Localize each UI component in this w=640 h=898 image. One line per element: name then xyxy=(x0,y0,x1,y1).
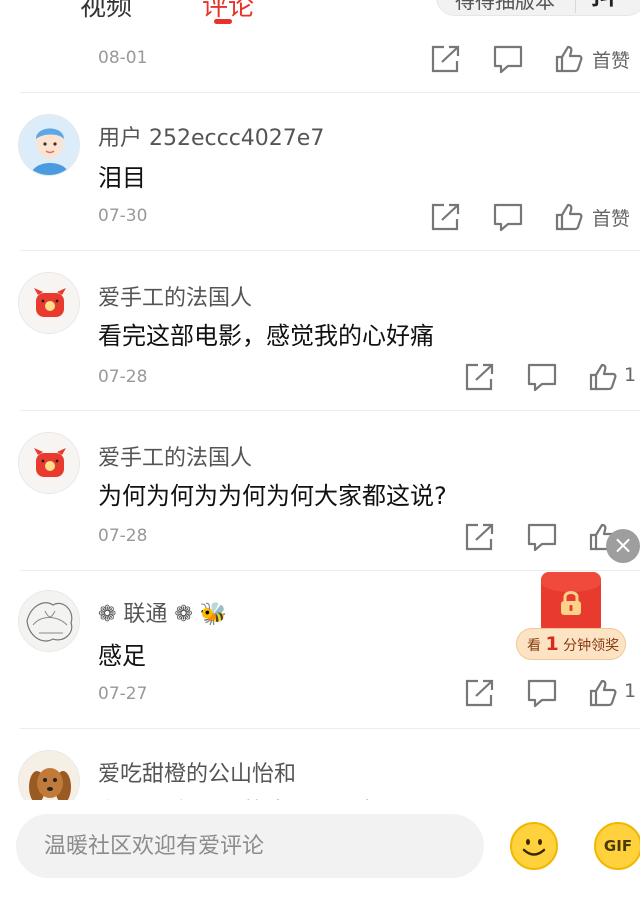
like-label[interactable]: 首赞 xyxy=(592,204,630,231)
comment-username[interactable]: 爱手工的法国人 xyxy=(98,440,252,472)
comment-date: 07-28 xyxy=(98,526,148,546)
promo-text: 看 1 分钟领奖 xyxy=(527,633,620,655)
dog-avatar-icon xyxy=(19,751,79,800)
comment-input[interactable] xyxy=(44,828,464,864)
thumb-up-icon[interactable] xyxy=(554,44,584,74)
thumb-up-icon[interactable] xyxy=(588,678,618,708)
comment-input-box[interactable] xyxy=(16,814,484,878)
share-icon[interactable] xyxy=(464,678,496,708)
comment-username[interactable]: ❁ 联通 ❁ 🐝 xyxy=(98,596,227,628)
red-packet-icon[interactable] xyxy=(541,572,601,634)
share-icon[interactable] xyxy=(464,522,496,552)
sketch-avatar-icon xyxy=(19,591,79,651)
comment-item: 爱手工的法国人 为何为何为为何为何大家都这说? 07-28 xyxy=(0,410,640,570)
comment-username[interactable]: 爱手工的法国人 xyxy=(98,280,252,312)
avatar[interactable] xyxy=(18,750,80,800)
red-pig-avatar-icon xyxy=(19,273,79,333)
comment-date: 07-30 xyxy=(98,206,148,226)
comment-icon[interactable] xyxy=(492,202,524,232)
avatar[interactable] xyxy=(18,114,80,176)
lock-icon xyxy=(561,591,581,615)
comment-item: 08-01 首赞 xyxy=(0,0,640,92)
smile-icon xyxy=(522,839,546,856)
comment-username[interactable]: 用户 252eccc4027e7 xyxy=(98,120,324,152)
thumb-up-icon[interactable] xyxy=(554,202,584,232)
comment-item: 爱手工的法国人 看完这部电影，感觉我的心好痛 07-28 1 xyxy=(0,250,640,410)
comment-text: 感足 xyxy=(98,642,146,670)
comment-date: 07-27 xyxy=(98,684,148,704)
like-count[interactable]: 1 xyxy=(624,364,636,386)
comment-text: 看完这部电影，感觉我的心好痛 xyxy=(98,322,434,350)
close-promo-button[interactable]: × xyxy=(606,529,640,563)
gif-button[interactable]: GIF xyxy=(594,822,640,870)
like-label[interactable]: 首赞 xyxy=(592,46,630,73)
comment-text: 有一人多喝喝的出早冈马托 xyxy=(98,792,386,800)
avatar[interactable] xyxy=(18,590,80,652)
comment-icon[interactable] xyxy=(526,522,558,552)
like-count[interactable]: 1 xyxy=(624,680,636,702)
user-avatar-icon xyxy=(19,115,79,175)
comment-date: 08-01 xyxy=(98,48,148,68)
promo-reward-pill[interactable]: 看 1 分钟领奖 xyxy=(516,628,626,660)
comment-item: 用户 252eccc4027e7 泪目 07-30 首赞 xyxy=(0,92,640,250)
share-icon[interactable] xyxy=(464,362,496,392)
comment-icon[interactable] xyxy=(526,678,558,708)
thumb-up-icon[interactable] xyxy=(588,362,618,392)
comment-icon[interactable] xyxy=(492,44,524,74)
comment-text: 泪目 xyxy=(98,164,146,192)
share-icon[interactable] xyxy=(430,202,462,232)
comment-date: 07-28 xyxy=(98,367,148,387)
comment-actions: 首赞 xyxy=(430,202,640,234)
comment-item: 爱吃甜橙的公山怡和 有一人多喝喝的出早冈马托 xyxy=(0,728,640,800)
comment-text: 为何为何为为何为何大家都这说? xyxy=(98,482,447,510)
comment-icon[interactable] xyxy=(526,362,558,392)
avatar[interactable] xyxy=(18,432,80,494)
emoji-button[interactable] xyxy=(510,822,558,870)
comment-composer-bar: GIF xyxy=(0,800,640,898)
comment-username[interactable]: 爱吃甜橙的公山怡和 xyxy=(98,756,296,788)
comment-actions: 首赞 xyxy=(430,44,640,76)
red-pig-avatar-icon xyxy=(19,433,79,493)
comment-actions: 1 xyxy=(464,678,640,710)
share-icon[interactable] xyxy=(430,44,462,74)
avatar[interactable] xyxy=(18,272,80,334)
comment-actions: 1 xyxy=(464,362,640,394)
